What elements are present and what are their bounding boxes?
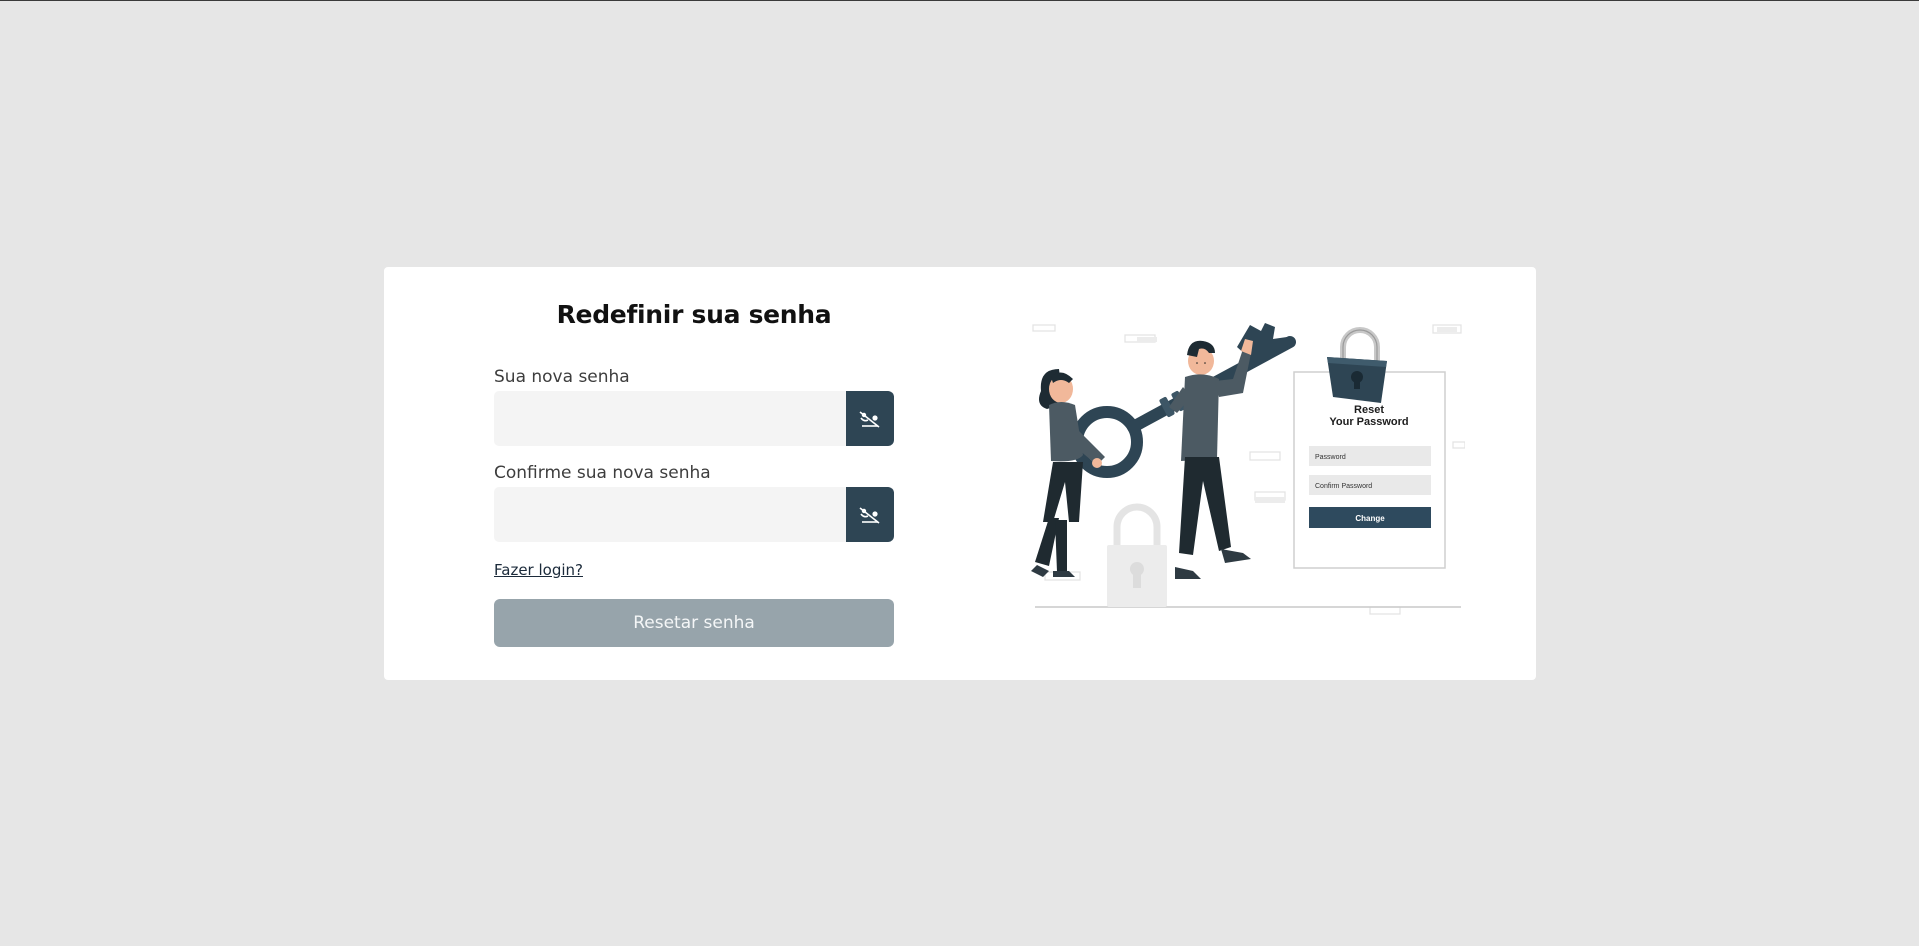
background-padlock bbox=[1107, 503, 1167, 607]
confirm-password-group bbox=[494, 487, 894, 542]
eye-slash-icon bbox=[859, 410, 880, 428]
new-password-input[interactable] bbox=[494, 391, 846, 446]
mini-password-placeholder: Password bbox=[1315, 454, 1346, 461]
mini-change-button: Change bbox=[1355, 514, 1385, 523]
mini-heading-line2: Your Password bbox=[1329, 416, 1408, 428]
padlock-icon bbox=[1327, 327, 1387, 403]
new-password-label: Sua nova senha bbox=[494, 367, 630, 387]
new-password-group bbox=[494, 391, 894, 446]
man-figure bbox=[1169, 339, 1253, 579]
toggle-confirm-password-visibility-button[interactable] bbox=[846, 487, 894, 542]
mini-confirm-placeholder: Confirm Password bbox=[1315, 483, 1372, 490]
confirm-password-input[interactable] bbox=[494, 487, 846, 542]
top-border bbox=[0, 0, 1919, 1]
reset-password-illustration: Reset Your Password Password Confirm Pas… bbox=[1031, 323, 1465, 615]
page-title: Redefinir sua senha bbox=[556, 300, 832, 329]
confirm-password-label: Confirme sua nova senha bbox=[494, 463, 711, 483]
reset-password-button[interactable]: Resetar senha bbox=[494, 599, 894, 647]
login-link[interactable]: Fazer login? bbox=[494, 561, 583, 579]
toggle-new-password-visibility-button[interactable] bbox=[846, 391, 894, 446]
eye-slash-icon bbox=[859, 506, 880, 524]
mini-heading-line1: Reset bbox=[1354, 404, 1384, 416]
reset-password-card: Redefinir sua senha Sua nova senha Confi… bbox=[384, 267, 1536, 680]
